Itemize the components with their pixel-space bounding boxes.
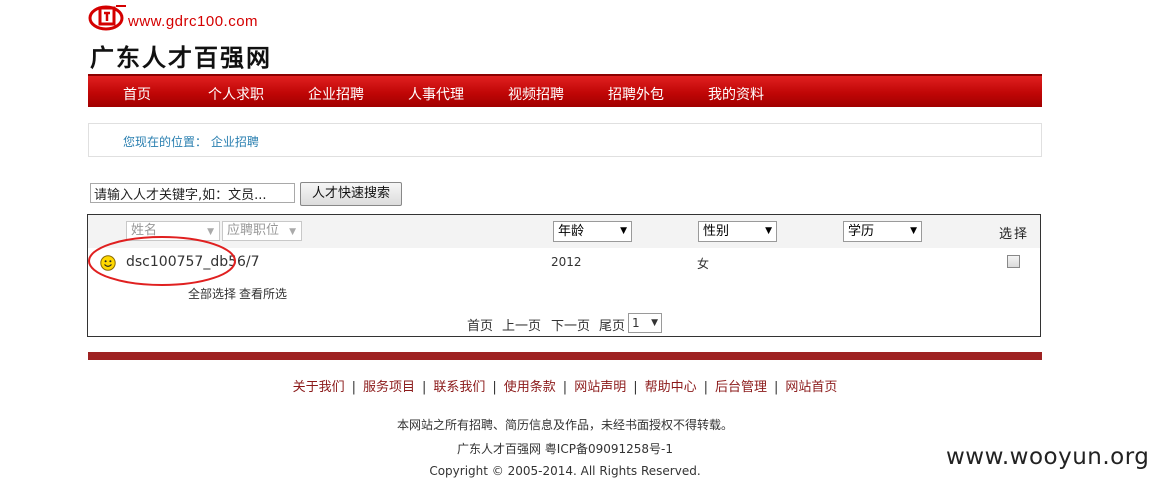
- footer-link-contact[interactable]: 联系我们: [433, 380, 485, 395]
- footer-link-admin[interactable]: 后台管理: [715, 380, 767, 395]
- talent-search-input[interactable]: [90, 183, 295, 203]
- main-nav: 首页 个人求职 企业招聘 人事代理 视频招聘 招聘外包 我的资料: [88, 74, 1042, 107]
- view-selected-link[interactable]: 查看所选: [239, 285, 287, 302]
- nav-item-my-profile[interactable]: 我的资料: [708, 84, 764, 104]
- age-select-label: 年龄: [558, 224, 585, 239]
- footer-separator: |: [492, 380, 497, 395]
- pager-next[interactable]: 下一页: [551, 315, 590, 334]
- education-select-label: 学历: [848, 224, 875, 239]
- chevron-down-icon: ▼: [620, 226, 627, 236]
- name-filter[interactable]: 姓名 ▼: [126, 221, 220, 241]
- footer-separator: |: [633, 380, 638, 395]
- pager-first[interactable]: 首页: [467, 315, 493, 334]
- logo-url[interactable]: www.gdrc100.com: [128, 13, 258, 30]
- pager-prev[interactable]: 上一页: [502, 315, 541, 334]
- footer-separator: |: [562, 380, 568, 395]
- age-select[interactable]: 年龄 ▼: [553, 221, 632, 242]
- select-all-link[interactable]: 全部选择: [188, 285, 236, 302]
- position-filter-label: 应聘职位: [227, 223, 280, 238]
- candidate-select-checkbox[interactable]: [1007, 255, 1020, 268]
- name-filter-label: 姓名: [131, 223, 158, 238]
- candidate-name: dsc100757_db5: [126, 254, 238, 270]
- footer-separator: |: [351, 380, 356, 395]
- chevron-down-icon: ▼: [289, 227, 296, 237]
- footer-separator: |: [703, 380, 708, 395]
- nav-item-recruitment[interactable]: 企业招聘: [308, 84, 364, 104]
- chevron-down-icon: ▼: [207, 227, 214, 237]
- gender-select[interactable]: 性别 ▼: [698, 221, 777, 242]
- education-select[interactable]: 学历 ▼: [843, 221, 922, 242]
- footer-link-about[interactable]: 关于我们: [293, 380, 345, 395]
- footer-link-statement[interactable]: 网站声明: [574, 380, 626, 395]
- footer-links: 关于我们 | 服务项目 | 联系我们 | 使用条款 | 网站声明 | 帮助中心 | 后台管理 | 网站首页: [0, 376, 1130, 395]
- breadcrumb-box: 您现在的位置： 企业招聘: [88, 123, 1042, 157]
- footer-link-help[interactable]: 帮助中心: [645, 380, 697, 395]
- nav-item-home[interactable]: 首页: [123, 84, 151, 104]
- chevron-down-icon: ▼: [765, 226, 772, 236]
- site-logo-icon: [88, 2, 130, 32]
- talent-search-button[interactable]: 人才快速搜索: [300, 182, 402, 206]
- footer-link-terms[interactable]: 使用条款: [504, 380, 556, 395]
- footer-separator: |: [421, 380, 427, 395]
- footer-link-home[interactable]: 网站首页: [785, 380, 837, 395]
- nav-item-hr-agency[interactable]: 人事代理: [408, 84, 464, 104]
- watermark: www.wooyun.org: [946, 444, 1150, 470]
- footer-notice: 本网站之所有招聘、简历信息及作品，未经书面授权不得转载。: [396, 418, 733, 432]
- gender-select-label: 性别: [703, 224, 730, 239]
- results-header: 姓名 ▼ 应聘职位 ▼ 年龄 ▼ 性别 ▼ 学历 ▼ 选择: [88, 215, 1040, 248]
- position-filter[interactable]: 应聘职位 ▼: [222, 221, 302, 241]
- nav-item-outsourcing[interactable]: 招聘外包: [608, 84, 664, 104]
- select-column-header: 选择: [999, 227, 1030, 242]
- page-number-value: 1: [632, 316, 640, 330]
- candidate-name-suffix: 6/7: [237, 254, 260, 270]
- chevron-down-icon: ▼: [910, 226, 917, 236]
- pager-last[interactable]: 尾页: [599, 315, 625, 334]
- site-name: 广东人才百强网: [90, 43, 272, 72]
- candidate-age: 2012: [551, 255, 582, 269]
- chevron-down-icon: ▼: [651, 318, 658, 328]
- candidate-name-link[interactable]: dsc100757_db56/7: [126, 254, 260, 270]
- nav-item-video-recruitment[interactable]: 视频招聘: [508, 84, 564, 104]
- results-table: 姓名 ▼ 应聘职位 ▼ 年龄 ▼ 性别 ▼ 学历 ▼ 选择 dsc100757_…: [87, 214, 1041, 337]
- footer-link-services[interactable]: 服务项目: [363, 380, 415, 395]
- footer-divider: [88, 352, 1042, 360]
- smiley-icon: [100, 255, 116, 271]
- nav-item-job-seeking[interactable]: 个人求职: [208, 84, 264, 104]
- footer-separator: |: [774, 380, 779, 395]
- candidate-gender: 女: [697, 257, 710, 271]
- breadcrumb: 您现在的位置： 企业招聘: [123, 135, 259, 149]
- page-number-select[interactable]: 1 ▼: [628, 313, 662, 333]
